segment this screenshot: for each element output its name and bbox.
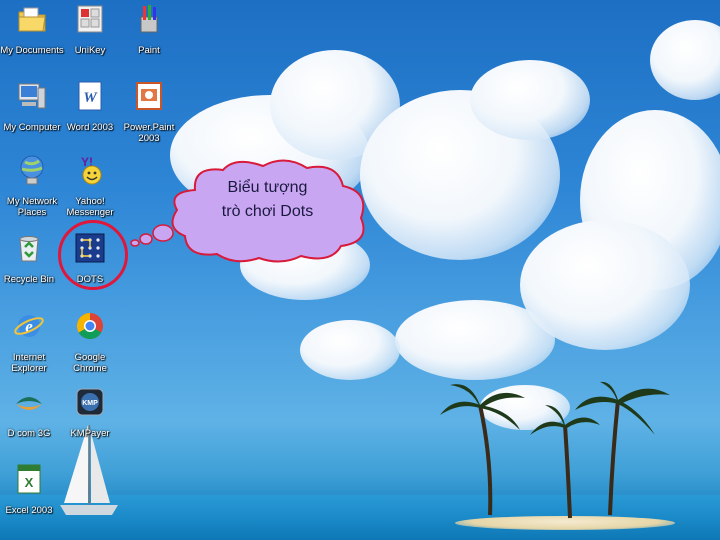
desktop-icon-label: Internet Explorer [11,352,47,374]
kmplayer-icon: KMP [76,388,104,416]
desktop-icon-label: Recycle Bin [3,274,55,285]
word-icon: W [78,81,102,111]
network-icon [20,155,44,185]
palm-trees [440,381,670,519]
desktop-icon-dcom-3g[interactable]: D com 3G [0,386,61,439]
desktop-icon-paint[interactable]: Paint [117,3,181,56]
desktop-icon-powerpoint-2003[interactable]: Power.Paint 2003 [117,80,181,144]
desktop-icon-internet-explorer[interactable]: e Internet Explorer [0,310,61,374]
desktop-icon-label: Power.Paint 2003 [123,122,175,144]
thought-bubble-callout: Biểu tượng trò chơi Dots [165,158,370,263]
desktop-icon-label: Excel 2003 [5,505,53,516]
desktop-icon-my-network-places[interactable]: My Network Places [0,154,64,218]
desktop-icon-my-documents[interactable]: My Documents [0,3,64,56]
cloud [395,300,555,380]
internet-explorer-icon: e [14,315,44,337]
desktop-icon-recycle-bin[interactable]: Recycle Bin [0,232,61,285]
sailboat [60,425,118,515]
desktop-icon-label: D com 3G [7,428,51,439]
svg-text:W: W [83,90,98,106]
callout-text: Biểu tượng trò chơi Dots [221,179,314,220]
desktop-icon-label: Word 2003 [66,122,114,133]
desktop-icon-label: My Computer [3,122,61,133]
cloud [470,60,590,140]
svg-text:KMP: KMP [82,400,98,407]
cloud [300,320,400,380]
desktop-icon-kmplayer[interactable]: KMP KMPayer [58,386,122,439]
recycle-bin-icon [19,236,39,262]
desktop-icon-label: UniKey [74,45,106,56]
svg-text:X: X [25,475,34,490]
desktop-icon-label: Google Chrome [73,352,107,374]
desktop-icon-word-2003[interactable]: W Word 2003 [58,80,122,133]
desktop-background: My Documents UniKey Paint My Computer W [0,0,720,540]
desktop-icon-google-chrome[interactable]: Google Chrome [58,310,122,374]
desktop-icon-label: My Network Places [6,196,58,218]
desktop-icon-unikey[interactable]: UniKey [58,3,122,56]
excel-icon: X [17,464,41,494]
powerpoint-icon [136,82,162,110]
cloud [650,20,720,100]
desktop-icon-label: Paint [138,45,160,56]
desktop-icon-label: My Documents [0,45,64,56]
paint-icon [140,5,158,33]
folder-documents-icon [18,7,46,32]
dots-highlight-circle [58,220,128,290]
dcom-3g-icon [16,397,42,410]
desktop-icon-label: KMPayer [70,428,110,439]
desktop-icon-yahoo-messenger[interactable]: Y! Yahoo! Messenger [58,154,122,218]
yahoo-messenger-icon: Y! [81,155,102,185]
desktop-icon-my-computer[interactable]: My Computer [0,80,64,133]
desktop-icon-excel-2003[interactable]: X Excel 2003 [0,463,61,516]
chrome-icon [76,312,103,340]
desktop-icon-label: Yahoo! Messenger [66,196,114,218]
computer-icon [18,83,46,109]
unikey-icon [77,5,103,33]
